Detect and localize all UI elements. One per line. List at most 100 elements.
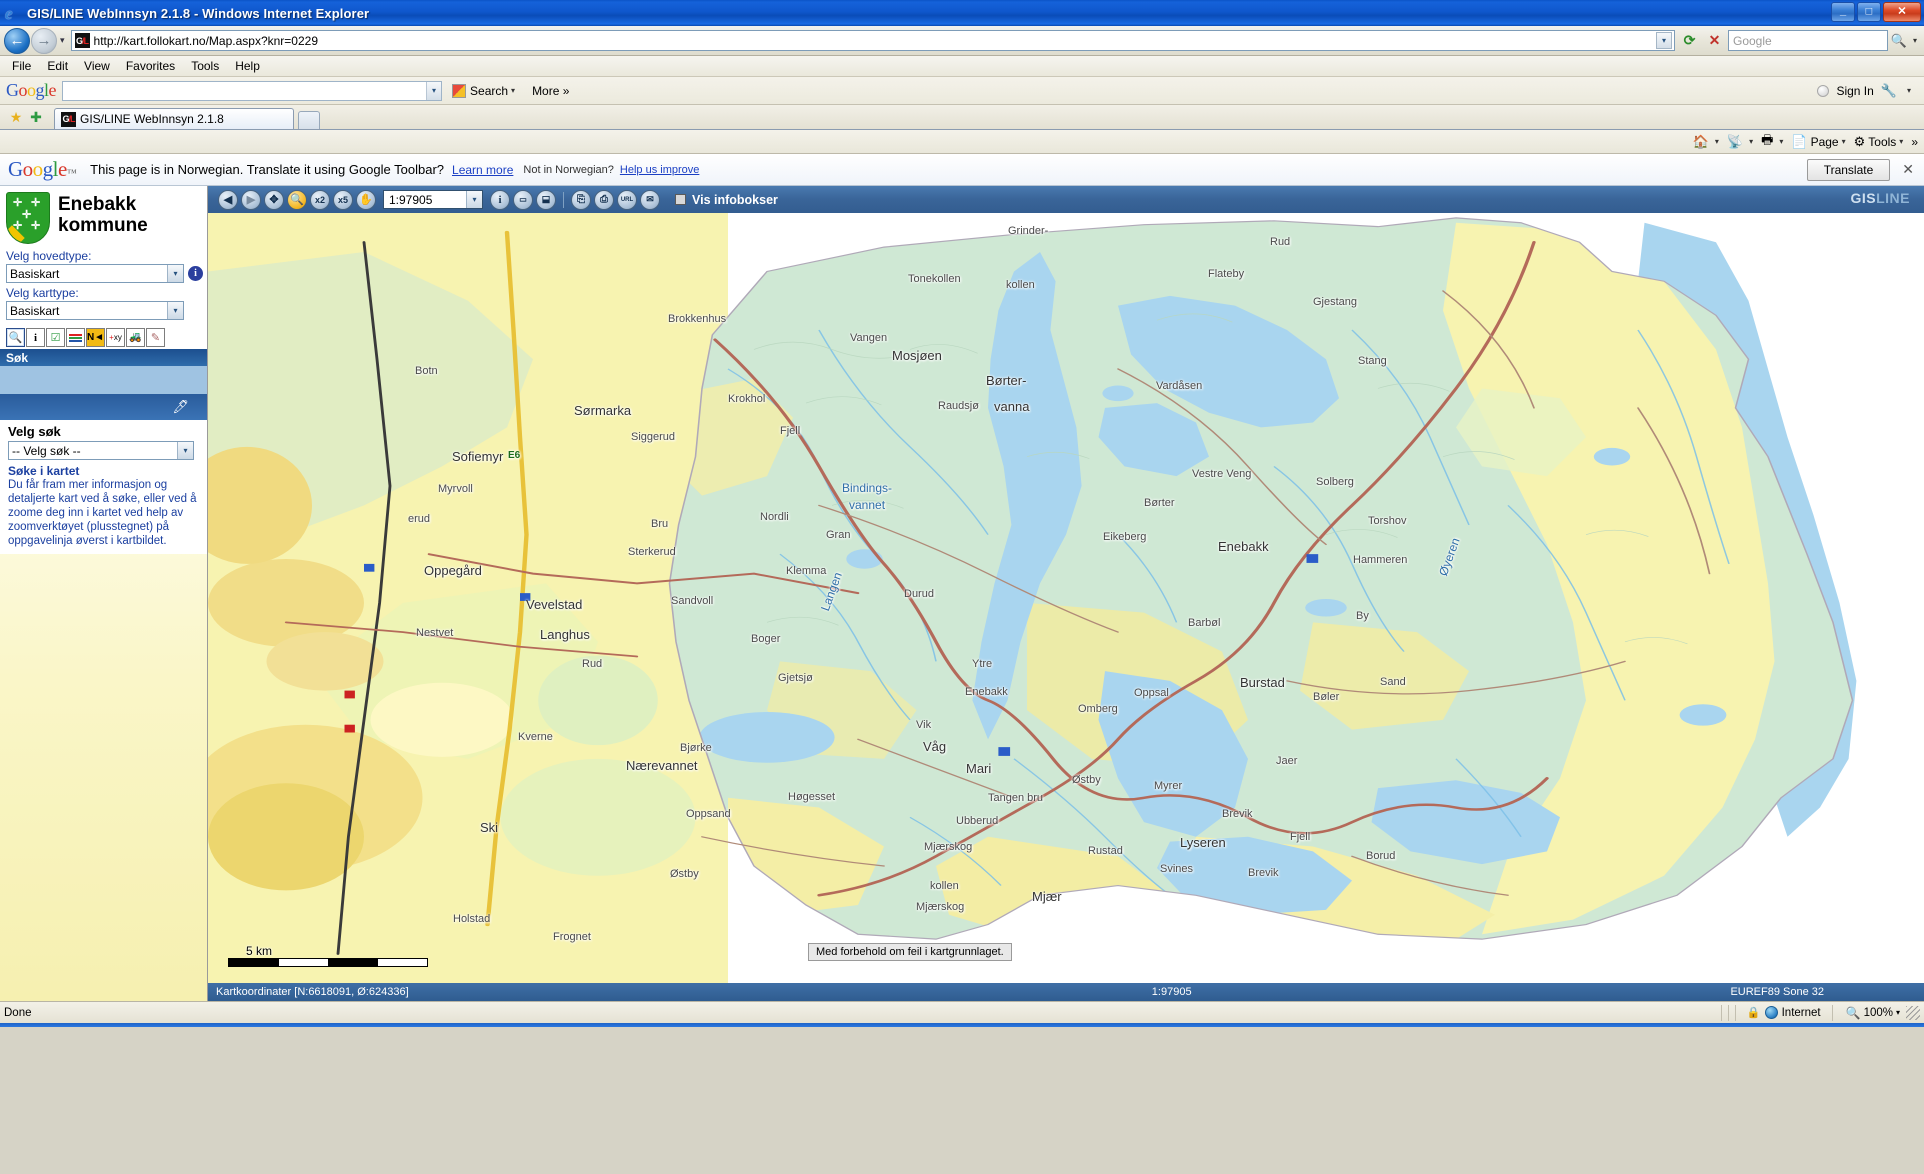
search-provider-dropdown-icon[interactable]: ▾: [1910, 36, 1920, 45]
zoom-x2-button[interactable]: x2: [310, 189, 330, 210]
zoom-control[interactable]: 🔍 100% ▾: [1836, 1006, 1900, 1020]
zoom-dropdown-icon[interactable]: ▾: [1896, 1008, 1900, 1017]
copy-button[interactable]: ⎘: [571, 189, 591, 210]
info-button[interactable]: i: [490, 189, 510, 210]
home-icon[interactable]: 🏠 ▾: [1693, 134, 1719, 150]
feeds-icon[interactable]: 📡 ▾: [1727, 134, 1753, 150]
menu-item-favorites[interactable]: Favorites: [126, 59, 175, 73]
window-controls: _ □ ✕: [1831, 2, 1921, 22]
new-tab-button[interactable]: [298, 111, 320, 129]
help-us-improve-link[interactable]: Help us improve: [620, 164, 699, 176]
scale-select[interactable]: 1:97905 ▾: [383, 190, 483, 209]
internet-explorer-icon: e: [5, 3, 13, 23]
google-toolbar: Google ▾ Search ▾ More » Sign In 🔧 ▾: [0, 77, 1924, 105]
page-content: ✛ ✛ ✛ ✛ ✛ Enebakk kommune Velg hovedtype…: [0, 186, 1924, 1001]
velg-sok-select[interactable]: -- Velg søk -- ▾: [8, 441, 194, 460]
menu-item-edit[interactable]: Edit: [47, 59, 68, 73]
measure-ruler-button[interactable]: ▭: [513, 189, 533, 210]
chevron-down-icon[interactable]: ▾: [466, 191, 482, 208]
google-search-caret-icon[interactable]: ▾: [508, 86, 518, 95]
learn-more-link[interactable]: Learn more: [452, 163, 513, 177]
print-button[interactable]: ⎙: [594, 189, 614, 210]
zoom-level: 100%: [1863, 1006, 1893, 1019]
windows-taskbar: [0, 1023, 1924, 1027]
layers-tool-icon[interactable]: ☑: [46, 328, 65, 347]
map-graphic: [208, 213, 1924, 983]
minimize-button[interactable]: _: [1831, 2, 1855, 22]
close-button[interactable]: ✕: [1883, 2, 1921, 22]
wrench-icon[interactable]: 🔧: [1881, 83, 1897, 99]
back-button[interactable]: ←: [4, 27, 30, 54]
map-area: ◀ ▶ ✥ 🔍 x2 x5 ✋ 1:97905 ▾ i ▭ ⬓ ⎘ ⎙ URL …: [208, 186, 1924, 1001]
menu-item-tools[interactable]: Tools: [191, 59, 219, 73]
globe-icon: [1764, 1006, 1778, 1019]
draw-tool-icon[interactable]: ✎: [146, 328, 165, 347]
info-icon[interactable]: i: [188, 266, 203, 281]
vis-infobokser-checkbox[interactable]: Vis infobokser: [675, 193, 778, 207]
search-map-tool-icon[interactable]: 🔍: [6, 328, 25, 347]
maximize-button[interactable]: □: [1857, 2, 1881, 22]
chevron-down-icon[interactable]: ▾: [177, 442, 193, 459]
command-bar-overflow-icon[interactable]: »: [1911, 135, 1918, 149]
address-dropdown-icon[interactable]: ▾: [1655, 32, 1672, 49]
search-input[interactable]: Google: [1727, 30, 1888, 51]
add-star-icon[interactable]: ✚: [26, 107, 46, 127]
select-area-button[interactable]: ⬓: [536, 189, 556, 210]
menu-item-help[interactable]: Help: [235, 59, 260, 73]
google-sign-in-link[interactable]: Sign In: [1836, 84, 1873, 98]
translate-button[interactable]: Translate: [1806, 158, 1891, 181]
address-url-text: http://kart.follokart.no/Map.aspx?knr=02…: [93, 33, 318, 48]
pan-tool-button[interactable]: ✥: [264, 189, 284, 210]
legend-tool-icon[interactable]: [66, 328, 85, 347]
not-in-norwegian-text: Not in Norwegian?: [523, 163, 614, 176]
info-tool-icon[interactable]: i: [26, 328, 45, 347]
browser-tab[interactable]: G/L GIS/LINE WebInnsyn 2.1.8: [54, 108, 294, 129]
address-bar[interactable]: G/L http://kart.follokart.no/Map.aspx?kn…: [70, 30, 1675, 51]
north-tool-icon[interactable]: N◄: [86, 328, 105, 347]
resize-grip[interactable]: [1906, 1005, 1920, 1020]
google-settings-caret-icon[interactable]: ▾: [1904, 86, 1914, 95]
checkbox-box[interactable]: [675, 194, 686, 205]
hovedtype-value: Basiskart: [10, 266, 60, 281]
google-search-dropdown-icon[interactable]: ▾: [426, 81, 442, 100]
eraser-icon[interactable]: 🖊: [172, 399, 189, 415]
hovedtype-select[interactable]: Basiskart ▾: [6, 264, 184, 283]
google-search-input[interactable]: ▾: [62, 80, 443, 101]
search-icon[interactable]: 🔍: [1888, 30, 1910, 51]
zoom-x5-button[interactable]: x5: [333, 189, 353, 210]
google-search-button[interactable]: Search ▾: [452, 83, 518, 98]
stop-icon[interactable]: ✕: [1703, 30, 1726, 52]
security-zone[interactable]: 🔒 Internet: [1739, 1006, 1829, 1019]
municipality-header: ✛ ✛ ✛ ✛ ✛ Enebakk kommune: [0, 186, 207, 246]
print-icon[interactable]: 🖶 ▾: [1761, 131, 1783, 153]
menu-item-view[interactable]: View: [84, 59, 110, 73]
coordinate-tool-icon[interactable]: + xy: [106, 328, 125, 347]
sok-panel-header: 🖊: [0, 394, 207, 420]
chevron-down-icon[interactable]: ▾: [167, 302, 183, 319]
page-menu-button[interactable]: 📄 Page ▾: [1791, 134, 1845, 150]
avatar: [1817, 84, 1830, 97]
map-disclaimer: Med forbehold om feil i kartgrunnlaget.: [808, 943, 1012, 961]
status-bar-right: 🔒 Internet 🔍 100% ▾: [1718, 1004, 1920, 1021]
menu-item-file[interactable]: File: [12, 59, 31, 73]
pan-back-button[interactable]: ◀: [218, 189, 238, 210]
close-icon[interactable]: ✕: [1902, 161, 1914, 178]
url-button[interactable]: URL: [617, 189, 637, 210]
translate-message: This page is in Norwegian. Translate it …: [90, 162, 445, 177]
email-button[interactable]: ✉: [640, 189, 660, 210]
karttype-select[interactable]: Basiskart ▾: [6, 301, 184, 320]
zoom-in-button[interactable]: 🔍: [287, 189, 307, 210]
tab-bar: ★ ✚ G/L GIS/LINE WebInnsyn 2.1.8: [0, 105, 1924, 130]
pan-forward-button[interactable]: ▶: [241, 189, 261, 210]
history-dropdown-icon[interactable]: ▾: [60, 35, 65, 46]
vehicle-tool-icon[interactable]: 🚜: [126, 328, 145, 347]
chevron-down-icon[interactable]: ▾: [167, 265, 183, 282]
map-canvas[interactable]: Grinder- Rud Tonekollen kollen Flateby Gjesta…: [208, 213, 1924, 983]
google-more-button[interactable]: More »: [532, 84, 569, 98]
hand-tool-button[interactable]: ✋: [356, 189, 376, 210]
toolbar-divider: [563, 191, 564, 208]
star-icon[interactable]: ★: [6, 107, 26, 127]
tools-menu-button[interactable]: ⚙ Tools ▾: [1854, 134, 1904, 150]
refresh-icon[interactable]: ⟳: [1678, 30, 1701, 52]
forward-button[interactable]: →: [31, 27, 57, 54]
